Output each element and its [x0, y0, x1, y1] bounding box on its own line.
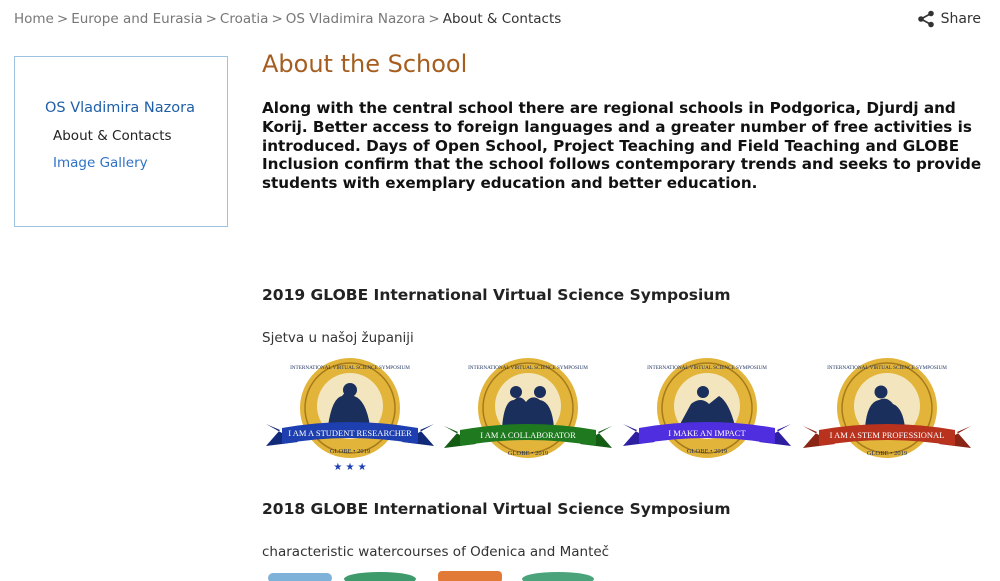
page-title: About the School [262, 50, 468, 78]
breadcrumb-current: About & Contacts [442, 11, 562, 27]
share-icon [917, 10, 934, 28]
section-subtitle-2018: characteristic watercourses of Ođenica a… [262, 544, 610, 560]
badge-ribbon-text: I AM A STEM PROFESSIONAL [830, 430, 945, 440]
badge-year: GLOBE • 2019 [867, 450, 907, 457]
badge-collaborator[interactable]: I AM A COLLABORATOR GLOBE • 2019 INTERNA… [440, 356, 616, 472]
breadcrumb-separator: > [56, 11, 69, 27]
badge-2018-2[interactable] [344, 572, 416, 581]
section-subtitle-2019: Sjetva u našoj županiji [262, 330, 414, 346]
badge-ribbon-text: I MAKE AN IMPACT [668, 428, 746, 438]
breadcrumb-separator: > [428, 11, 440, 27]
share-label: Share [940, 11, 981, 27]
badge-ring-text: INTERNATIONAL VIRTUAL SCIENCE SYMPOSIUM [468, 365, 588, 371]
badge-2018-1[interactable] [268, 573, 332, 581]
breadcrumb-school[interactable]: OS Vladimira Nazora [286, 11, 426, 27]
section-heading-2018[interactable]: 2018 GLOBE International Virtual Science… [262, 500, 730, 518]
badge-stem-professional[interactable]: I AM A STEM PROFESSIONAL GLOBE • 2019 IN… [799, 356, 975, 472]
badge-student-researcher[interactable]: I AM A STUDENT RESEARCHER GLOBE • 2019 I… [262, 356, 438, 472]
badge-2018-3[interactable] [438, 571, 502, 581]
badge-ring-text: INTERNATIONAL VIRTUAL SCIENCE SYMPOSIUM [647, 365, 767, 371]
badge-ring-text: INTERNATIONAL VIRTUAL SCIENCE SYMPOSIUM [827, 365, 947, 371]
sidebar: OS Vladimira Nazora About & Contacts Ima… [14, 56, 228, 227]
badge-2018-4[interactable] [522, 572, 594, 581]
badge-year: GLOBE • 2019 [687, 448, 727, 455]
sidebar-item-image-gallery[interactable]: Image Gallery [53, 155, 148, 171]
share-button[interactable]: Share [917, 10, 981, 28]
intro-paragraph: Along with the central school there are … [262, 99, 982, 193]
breadcrumb-separator: > [205, 11, 217, 27]
breadcrumb: Home > Europe and Eurasia > Croatia > OS Vladi… [14, 11, 561, 27]
badge-ribbon-text: I AM A STUDENT RESEARCHER [288, 428, 412, 438]
badge-make-an-impact[interactable]: I MAKE AN IMPACT GLOBE • 2019 INTERNATIO… [619, 356, 795, 472]
section-heading-2019[interactable]: 2019 GLOBE International Virtual Science… [262, 286, 730, 304]
badge-ribbon-text: I AM A COLLABORATOR [480, 430, 576, 440]
badge-stars: ★ ★ ★ [333, 462, 366, 472]
badge-year: GLOBE • 2019 [508, 450, 548, 457]
sidebar-item-about-contacts[interactable]: About & Contacts [53, 128, 172, 144]
badges-2018-row [268, 571, 594, 581]
breadcrumb-home[interactable]: Home [14, 11, 54, 27]
breadcrumb-croatia[interactable]: Croatia [220, 11, 269, 27]
badge-ring-text: INTERNATIONAL VIRTUAL SCIENCE SYMPOSIUM [290, 365, 410, 371]
breadcrumb-separator: > [271, 11, 283, 27]
sidebar-school-link[interactable]: OS Vladimira Nazora [45, 100, 195, 116]
breadcrumb-europe-eurasia[interactable]: Europe and Eurasia [71, 11, 202, 27]
badge-year: GLOBE • 2019 [330, 448, 370, 455]
